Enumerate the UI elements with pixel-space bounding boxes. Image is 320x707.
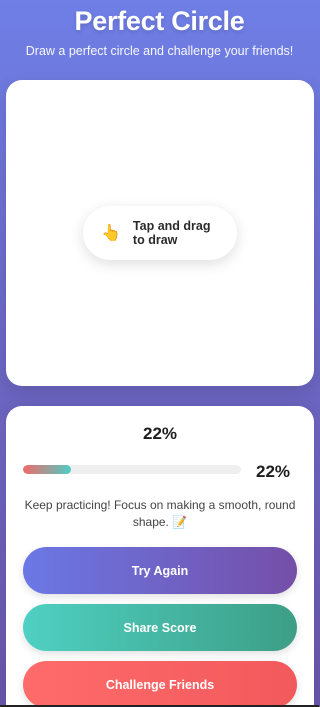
score-feedback: Keep practicing! Focus on making a smoot… bbox=[24, 498, 296, 529]
pointing-hand-icon: 👆 bbox=[101, 225, 121, 242]
page-title: Perfect Circle bbox=[74, 6, 245, 36]
score-panel: 22% 22% Keep practicing! Focus on making… bbox=[6, 406, 314, 707]
score-progress-label: 22% bbox=[256, 462, 291, 481]
challenge-friends-button[interactable]: Challenge Friends bbox=[23, 661, 297, 707]
share-score-button[interactable]: Share Score bbox=[23, 604, 297, 651]
page-subtitle: Draw a perfect circle and challenge your… bbox=[25, 44, 294, 58]
score-progress-bar bbox=[23, 465, 241, 474]
score-headline: 22% bbox=[142, 424, 178, 443]
drawing-canvas[interactable]: 👆 Tap and drag to draw bbox=[6, 80, 314, 386]
draw-hint: 👆 Tap and drag to draw bbox=[83, 206, 237, 260]
try-again-button[interactable]: Try Again bbox=[23, 547, 297, 594]
score-progress-fill bbox=[23, 465, 71, 474]
draw-hint-text: Tap and drag to draw bbox=[132, 219, 211, 247]
